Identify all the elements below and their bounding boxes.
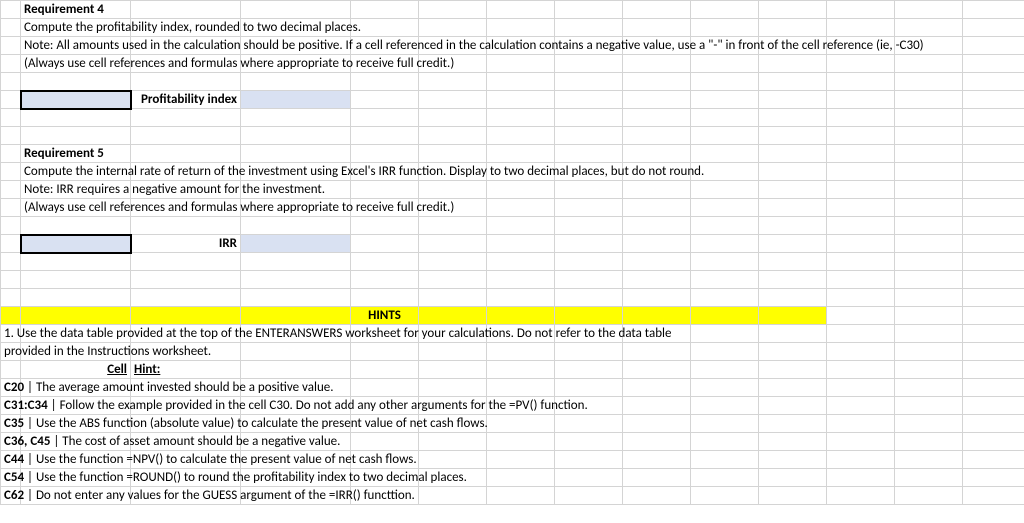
req4-title: Requirement 4 [24,2,104,17]
hints-intro-line1: 1. Use the data table provided at the to… [4,326,672,341]
hint-row: C20 | The average amount invested should… [1,379,1024,397]
hints-title: HINTS [351,307,419,325]
req5-title: Requirement 5 [24,146,104,161]
irr-input[interactable] [241,235,351,253]
profitability-index-label: Profitability index [131,91,241,109]
irr-label: IRR [131,235,241,253]
req5-line2: Note: IRR requires a negative amount for… [24,182,325,197]
hints-header-cell: Cell [21,361,131,379]
hints-header-hint: Hint: [134,362,160,377]
req4-line3: (Always use cell references and formulas… [24,56,454,71]
req4-line1: Compute the profitability index, rounded… [24,20,361,35]
hints-intro-line2: provided in the Instructions worksheet. [4,344,211,359]
spreadsheet-grid: Requirement 4 Compute the profitability … [0,0,1024,505]
profitability-index-input[interactable] [241,91,351,109]
hints-header-row: HINTS [1,307,1024,325]
hint-row: C54 | Use the function =ROUND() to round… [1,469,1024,487]
hint-row: C44 | Use the function =NPV() to calcula… [1,451,1024,469]
hint-row: C31:C34 | Follow the example provided in… [1,397,1024,415]
req5-line3: (Always use cell references and formulas… [24,200,454,215]
hint-row: C62 | Do not enter any values for the GU… [1,487,1024,505]
hint-row: C35 | Use the ABS function (absolute val… [1,415,1024,433]
req4-line2: Note: All amounts used in the calculatio… [24,38,924,53]
req5-line1: Compute the internal rate of return of t… [24,164,704,179]
hint-row: C36, C45 | The cost of asset amount shou… [1,433,1024,451]
